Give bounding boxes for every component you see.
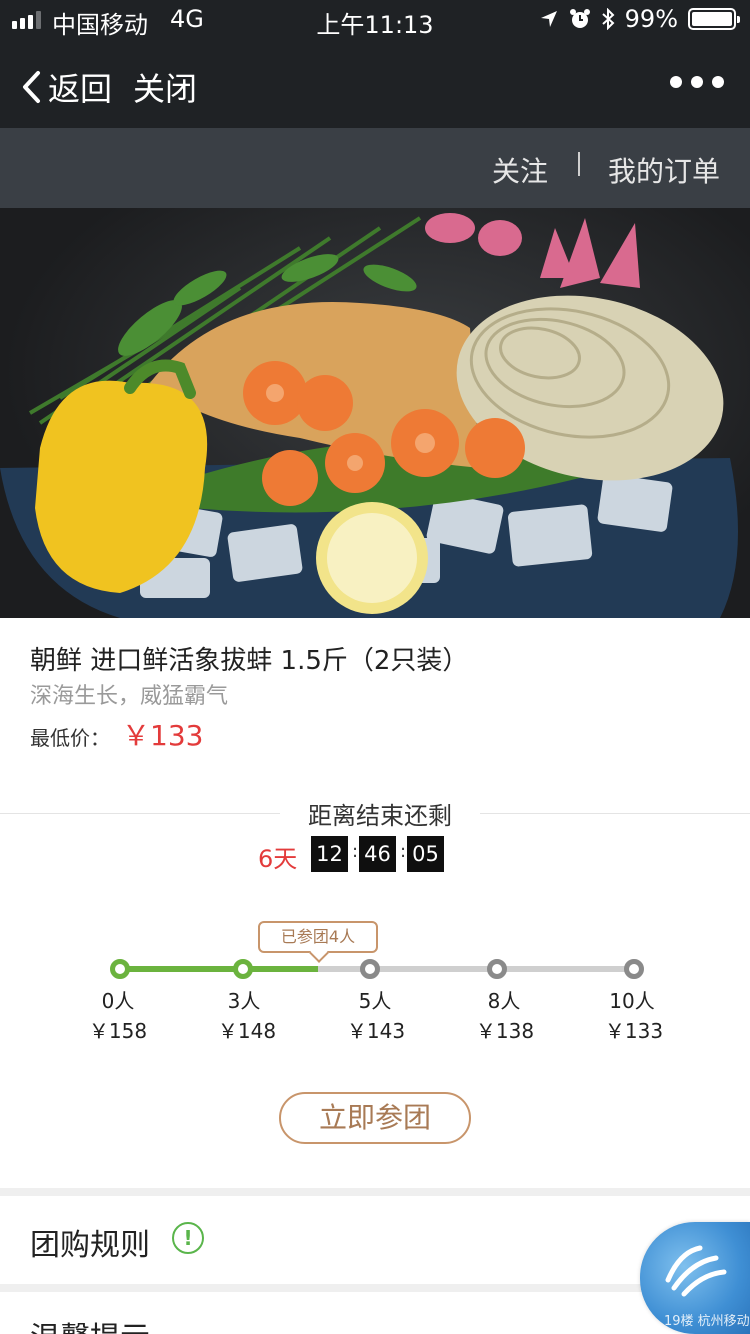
section-divider (0, 1284, 750, 1292)
bluetooth-icon (601, 8, 615, 30)
countdown-days: 6天 (258, 845, 298, 873)
tier-count: 0人 (101, 989, 135, 1013)
tier-price: ￥143 (346, 1019, 406, 1043)
tier-price: ￥138 (475, 1019, 535, 1043)
close-button[interactable]: 关闭 (133, 64, 197, 110)
more-menu-icon[interactable] (670, 76, 724, 88)
tier-node (110, 959, 130, 979)
progress-fill (120, 966, 318, 972)
sub-nav-bar: 关注 我的订单 (0, 128, 750, 208)
section-divider (0, 1188, 750, 1196)
tier-price: ￥148 (217, 1019, 277, 1043)
tier-node (624, 959, 644, 979)
chevron-left-icon (23, 71, 40, 103)
product-image (0, 208, 750, 618)
tier-price: ￥158 (88, 1019, 148, 1043)
tier-count: 3人 (227, 989, 261, 1013)
tips-title: 温馨提示 (30, 1313, 150, 1334)
battery-percent: 99% (624, 5, 678, 33)
product-subtitle: 深海生长，威猛霸气 (30, 684, 229, 709)
countdown-colon: : (352, 841, 359, 862)
tier-count: 5人 (358, 989, 392, 1013)
product-title: 朝鲜 进口鲜活象拔蚌 1.5斤（2只装） (30, 646, 469, 676)
lowest-price-label: 最低价： (30, 726, 110, 750)
tier-node (233, 959, 253, 979)
tier-count: 8人 (487, 989, 521, 1013)
location-arrow-icon (540, 11, 557, 27)
countdown-title: 距离结束还剩 (280, 796, 480, 831)
countdown-hours: 12 (311, 836, 348, 872)
floating-service-icon[interactable]: 19楼 杭州移动 (640, 1222, 750, 1334)
sub-nav-divider (578, 152, 580, 176)
tier-price: ￥133 (604, 1019, 664, 1043)
lowest-price: ￥133 (122, 719, 204, 752)
china-mobile-logo-icon (665, 1245, 727, 1297)
nav-bar: 返回 关闭 (0, 44, 750, 128)
tier-count: 10人 (609, 989, 655, 1013)
product-info: 朝鲜 进口鲜活象拔蚌 1.5斤（2只装） 深海生长，威猛霸气 最低价： ￥133 (0, 618, 750, 788)
alarm-icon (569, 9, 590, 28)
back-button[interactable]: 返回 (20, 64, 112, 110)
top-bar: 中国移动 4G 上午11:13 99% 返回 关闭 (0, 0, 750, 128)
tier-node (487, 959, 507, 979)
watermark-text: 19楼 杭州移动 (664, 1314, 750, 1329)
countdown-colon: : (400, 841, 407, 862)
my-orders-link[interactable]: 我的订单 (608, 150, 720, 190)
joined-count-badge: 已参团4人 (258, 921, 378, 953)
group-rules-row[interactable]: 团购规则 ! (0, 1196, 750, 1284)
tier-node (360, 959, 380, 979)
battery-icon (688, 8, 740, 30)
follow-link[interactable]: 关注 (492, 150, 548, 190)
countdown-seconds: 05 (407, 836, 444, 872)
info-exclamation-icon[interactable]: ! (172, 1222, 204, 1254)
status-icons: 99% (539, 5, 740, 33)
countdown-minutes: 46 (359, 836, 396, 872)
group-rules-title: 团购规则 (30, 1228, 150, 1263)
join-group-button[interactable]: 立即参团 (279, 1092, 471, 1144)
status-bar: 中国移动 4G 上午11:13 99% (0, 0, 750, 40)
back-label: 返回 (48, 70, 113, 108)
